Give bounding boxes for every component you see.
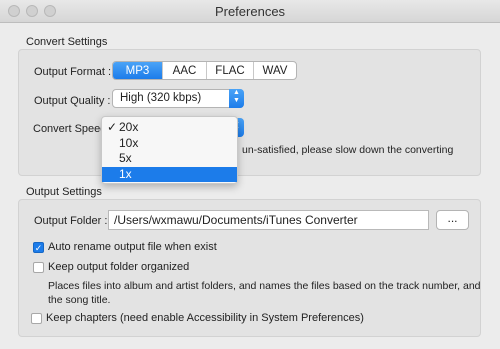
speed-menu-item-10x[interactable]: 10x bbox=[102, 136, 237, 152]
output-settings-label: Output Settings bbox=[26, 186, 102, 198]
title-bar: Preferences bbox=[0, 0, 500, 23]
keep-chapters-label: Keep chapters (need enable Accessibility… bbox=[46, 312, 364, 324]
keep-organized-checkbox[interactable] bbox=[33, 262, 44, 273]
popup-stepper-icon: ▲▼ bbox=[229, 89, 244, 108]
convert-settings-label: Convert Settings bbox=[26, 36, 108, 48]
output-quality-value: High (320 kbps) bbox=[120, 92, 202, 104]
output-format-label: Output Format : bbox=[34, 66, 112, 78]
checkmark-icon: ✓ bbox=[107, 120, 118, 134]
keep-chapters-checkbox[interactable] bbox=[31, 313, 42, 324]
browse-folder-button[interactable]: ... bbox=[436, 210, 469, 230]
speed-menu-item-1x[interactable]: 1x bbox=[102, 166, 237, 182]
auto-rename-checkbox[interactable]: ✓ bbox=[33, 242, 44, 253]
checkmark-icon: ✓ bbox=[34, 243, 43, 253]
format-option-mp3[interactable]: MP3 bbox=[113, 62, 163, 79]
format-option-flac[interactable]: FLAC bbox=[207, 62, 254, 79]
organized-description-line2: the song title. bbox=[48, 294, 111, 306]
output-folder-field[interactable]: /Users/wxmawu/Documents/iTunes Converter bbox=[108, 210, 429, 230]
keep-organized-label: Keep output folder organized bbox=[48, 261, 190, 273]
output-quality-label: Output Quality : bbox=[34, 95, 111, 107]
output-format-segmented-control[interactable]: MP3 AAC FLAC WAV bbox=[112, 61, 297, 80]
speed-menu-item-5x[interactable]: 5x bbox=[102, 151, 237, 167]
auto-rename-label: Auto rename output file when exist bbox=[48, 241, 217, 253]
format-option-aac[interactable]: AAC bbox=[163, 62, 207, 79]
convert-speed-hint: un-satisfied, please slow down the conve… bbox=[242, 144, 454, 156]
output-quality-popup[interactable]: High (320 kbps) ▲ ▼ bbox=[112, 89, 244, 108]
output-folder-label: Output Folder : bbox=[34, 215, 108, 227]
window-title: Preferences bbox=[214, 4, 286, 19]
format-option-wav[interactable]: WAV bbox=[254, 62, 296, 79]
organized-description-line1: Places files into album and artist folde… bbox=[48, 280, 481, 292]
convert-speed-menu: ✓ 20x 10x 5x 1x bbox=[101, 116, 238, 184]
speed-menu-item-20x[interactable]: ✓ 20x bbox=[102, 120, 237, 136]
